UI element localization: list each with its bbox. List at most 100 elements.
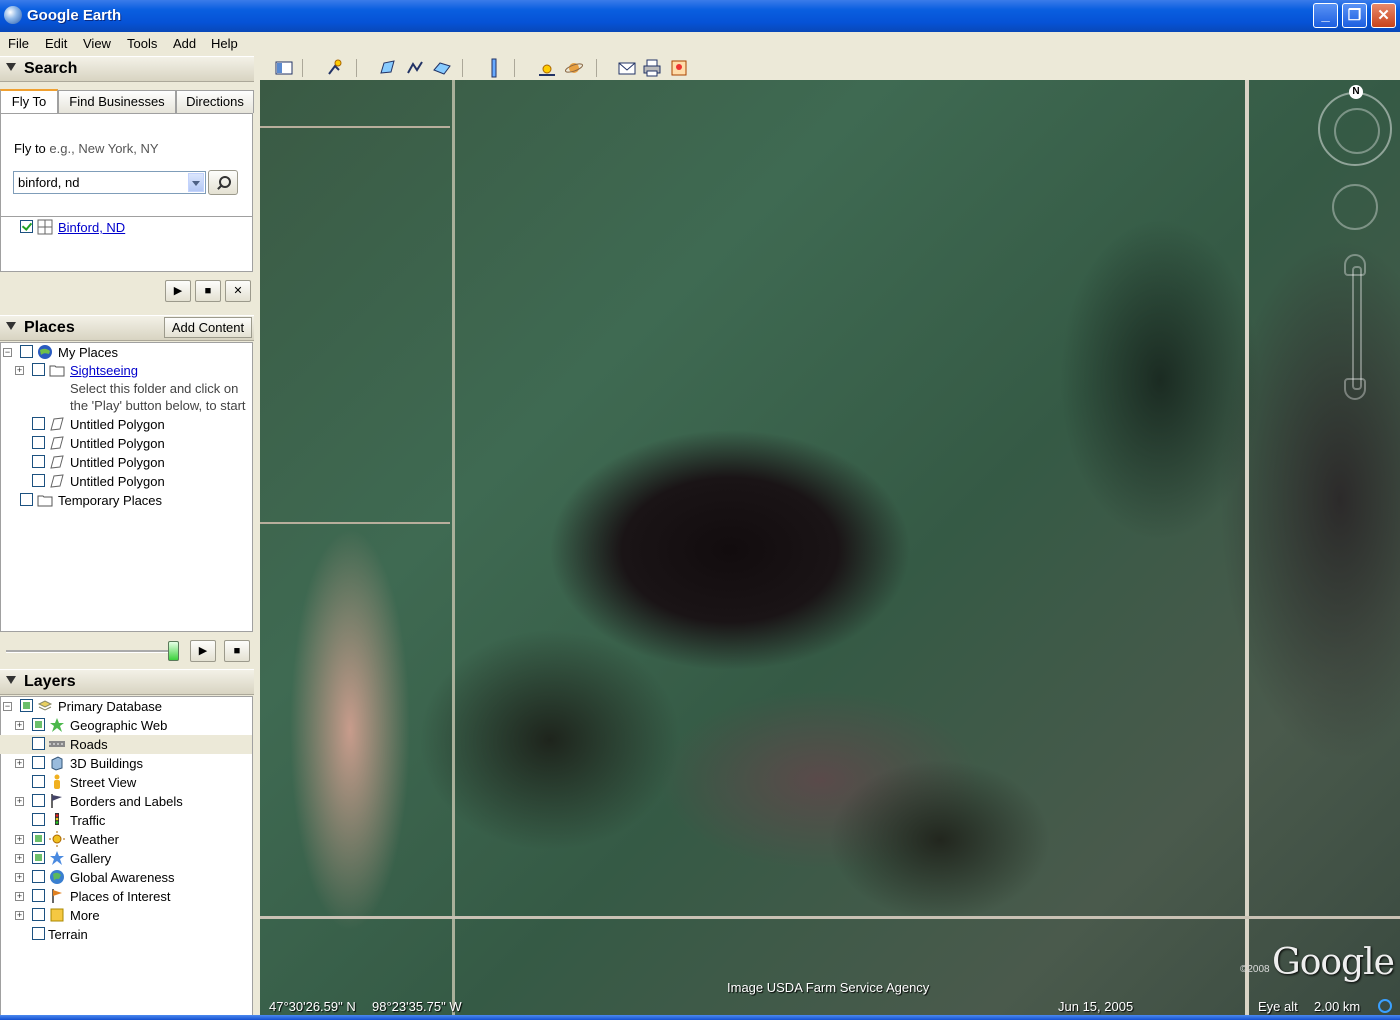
- layer-terrain[interactable]: Terrain: [0, 925, 252, 944]
- checkbox[interactable]: [32, 927, 45, 940]
- ruler-icon[interactable]: [484, 58, 504, 78]
- layer-gallery[interactable]: + Gallery: [0, 849, 252, 868]
- sunlight-icon[interactable]: [537, 58, 557, 78]
- layer-roads[interactable]: Roads: [0, 735, 252, 754]
- checkbox[interactable]: [32, 718, 45, 731]
- look-joystick[interactable]: [1332, 184, 1378, 230]
- expand-toggle-icon[interactable]: +: [15, 854, 24, 863]
- checkbox[interactable]: [32, 870, 45, 883]
- zoom-slider[interactable]: [1352, 266, 1362, 390]
- checkbox[interactable]: [32, 889, 45, 902]
- expand-toggle-icon[interactable]: +: [15, 892, 24, 901]
- maximize-button[interactable]: ❐: [1342, 3, 1367, 28]
- layer-global-awareness[interactable]: + Global Awareness: [0, 868, 252, 887]
- menu-edit[interactable]: Edit: [45, 36, 67, 51]
- menu-help[interactable]: Help: [211, 36, 238, 51]
- layer-borders-labels[interactable]: + Borders and Labels: [0, 792, 252, 811]
- collapse-toggle-icon[interactable]: −: [3, 702, 12, 711]
- checkbox[interactable]: [20, 345, 33, 358]
- tree-item-polygon[interactable]: Untitled Polygon: [0, 434, 252, 453]
- navigation-compass[interactable]: [1318, 92, 1392, 166]
- expand-toggle-icon[interactable]: +: [15, 873, 24, 882]
- result-checkbox[interactable]: [20, 220, 33, 233]
- tree-item-polygon[interactable]: Untitled Polygon: [0, 415, 252, 434]
- menu-file[interactable]: File: [8, 36, 29, 51]
- result-link-binford[interactable]: Binford, ND: [58, 220, 125, 235]
- add-path-icon[interactable]: [405, 58, 425, 78]
- add-content-button[interactable]: Add Content: [164, 317, 252, 338]
- toolbar-separator: [356, 59, 357, 77]
- tour-stop-button[interactable]: ■: [195, 280, 221, 302]
- tour-play-button[interactable]: ▶: [165, 280, 191, 302]
- layer-primary-database[interactable]: − Primary Database: [0, 697, 252, 716]
- layer-weather[interactable]: + Weather: [0, 830, 252, 849]
- email-icon[interactable]: [617, 58, 637, 78]
- layer-more[interactable]: + More: [0, 906, 252, 925]
- search-header[interactable]: Search: [0, 56, 254, 82]
- places-stop-button[interactable]: ■: [224, 640, 250, 662]
- tab-directions[interactable]: Directions: [176, 90, 254, 113]
- tree-item-polygon[interactable]: Untitled Polygon: [0, 453, 252, 472]
- search-button[interactable]: [208, 170, 238, 195]
- checkbox[interactable]: [32, 455, 45, 468]
- checkbox[interactable]: [32, 794, 45, 807]
- checkbox[interactable]: [32, 417, 45, 430]
- clear-results-button[interactable]: ✕: [225, 280, 251, 302]
- expand-toggle-icon[interactable]: +: [15, 366, 24, 375]
- checkbox[interactable]: [32, 775, 45, 788]
- layer-3d-buildings[interactable]: + 3D Buildings: [0, 754, 252, 773]
- layer-traffic[interactable]: Traffic: [0, 811, 252, 830]
- north-indicator[interactable]: N: [1349, 85, 1363, 99]
- close-button[interactable]: ✕: [1371, 3, 1396, 28]
- tree-item-polygon[interactable]: Untitled Polygon: [0, 472, 252, 491]
- tab-find-businesses[interactable]: Find Businesses: [58, 90, 176, 113]
- tab-fly-to[interactable]: Fly To: [0, 89, 58, 114]
- tree-item-my-places[interactable]: − My Places: [0, 343, 252, 362]
- slider-thumb[interactable]: [168, 641, 179, 661]
- earth-map-view[interactable]: N Image USDA Farm Service Agency ©2008 G…: [260, 80, 1400, 1015]
- collapse-toggle-icon[interactable]: −: [3, 348, 12, 357]
- window-title: Google Earth: [27, 7, 122, 24]
- fly-to-input[interactable]: binford, nd: [13, 171, 206, 194]
- road-icon: [49, 741, 65, 747]
- checkbox[interactable]: [32, 832, 45, 845]
- add-placemark-icon[interactable]: [325, 58, 345, 78]
- layers-header[interactable]: Layers: [0, 669, 254, 695]
- fly-to-dropdown-icon[interactable]: [188, 173, 204, 192]
- tree-item-label[interactable]: Sightseeing: [70, 363, 138, 378]
- expand-toggle-icon[interactable]: +: [15, 721, 24, 730]
- planet-icon[interactable]: [564, 58, 584, 78]
- places-play-button[interactable]: ▶: [190, 640, 216, 662]
- checkbox[interactable]: [32, 813, 45, 826]
- checkbox[interactable]: [32, 474, 45, 487]
- expand-toggle-icon[interactable]: +: [15, 797, 24, 806]
- checkbox[interactable]: [32, 737, 45, 750]
- expand-toggle-icon[interactable]: +: [15, 759, 24, 768]
- view-in-maps-icon[interactable]: [669, 58, 689, 78]
- tree-item-temporary-places[interactable]: Temporary Places: [0, 491, 252, 510]
- layer-street-view[interactable]: Street View: [0, 773, 252, 792]
- tree-item-sightseeing[interactable]: + Sightseeing: [0, 361, 252, 380]
- sidebar-toggle-icon[interactable]: [274, 58, 294, 78]
- tour-speed-slider[interactable]: [6, 650, 174, 653]
- add-polygon-icon[interactable]: [378, 58, 398, 78]
- zoom-out-icon[interactable]: [1344, 378, 1366, 400]
- expand-toggle-icon[interactable]: +: [15, 835, 24, 844]
- menu-view[interactable]: View: [83, 36, 111, 51]
- layer-places-of-interest[interactable]: + Places of Interest: [0, 887, 252, 906]
- checkbox[interactable]: [32, 363, 45, 376]
- checkbox[interactable]: [32, 851, 45, 864]
- checkbox[interactable]: [32, 436, 45, 449]
- places-header[interactable]: Places Add Content: [0, 315, 254, 341]
- checkbox[interactable]: [20, 493, 33, 506]
- layer-geographic-web[interactable]: + Geographic Web: [0, 716, 252, 735]
- checkbox[interactable]: [32, 756, 45, 769]
- add-image-overlay-icon[interactable]: [432, 58, 452, 78]
- menu-add[interactable]: Add: [173, 36, 196, 51]
- checkbox[interactable]: [20, 699, 33, 712]
- minimize-button[interactable]: _: [1313, 3, 1338, 28]
- expand-toggle-icon[interactable]: +: [15, 911, 24, 920]
- checkbox[interactable]: [32, 908, 45, 921]
- print-icon[interactable]: [642, 58, 662, 78]
- menu-tools[interactable]: Tools: [127, 36, 157, 51]
